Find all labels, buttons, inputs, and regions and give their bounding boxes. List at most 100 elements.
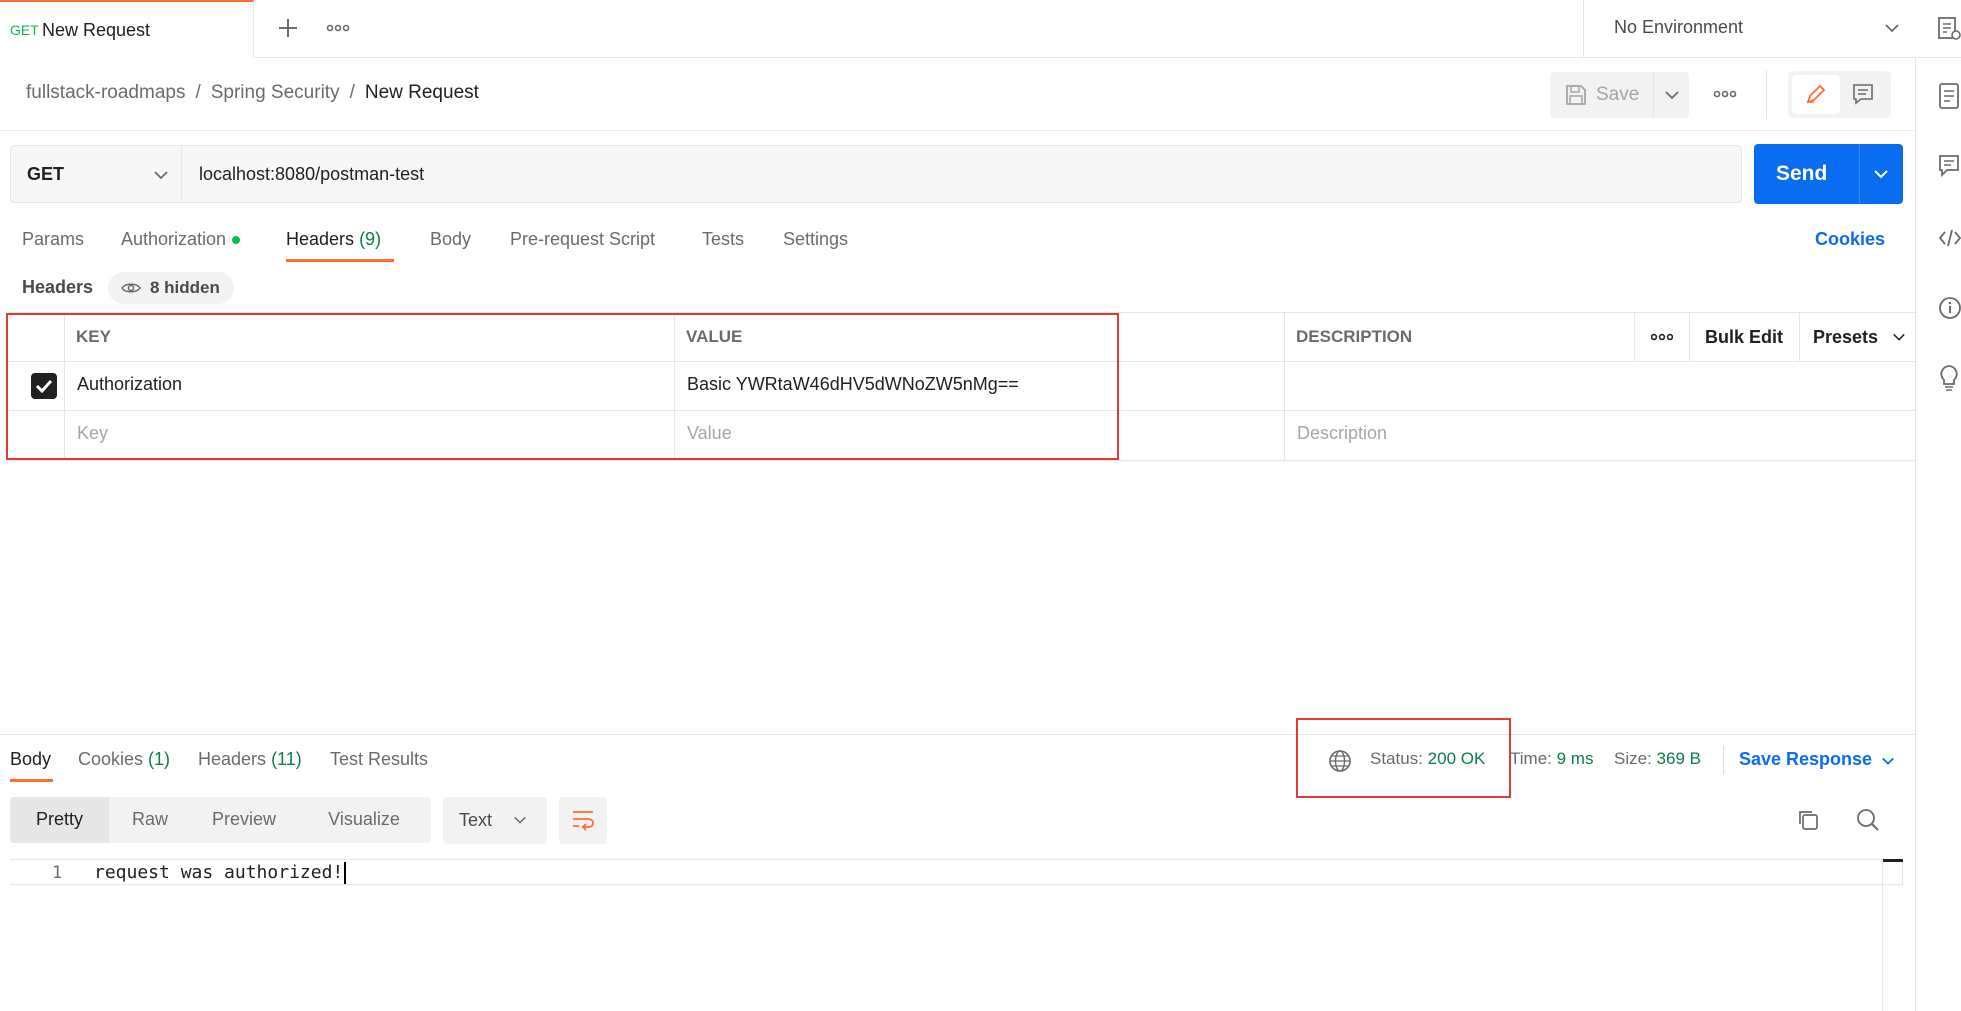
documentation-icon[interactable]: [1938, 82, 1960, 110]
code-icon[interactable]: [1938, 228, 1961, 248]
tab-method-badge: GET: [10, 22, 39, 38]
editor-scrollbar[interactable]: [1882, 860, 1904, 1011]
request-tab[interactable]: GET New Request: [0, 0, 254, 58]
more-options-icon: [1651, 331, 1673, 343]
save-icon: [1565, 84, 1587, 106]
tab-headers[interactable]: Headers (9): [286, 229, 381, 250]
comment-mode-icon[interactable]: [1852, 83, 1874, 105]
text-cursor: [344, 862, 347, 884]
size-label: Size:: [1614, 749, 1652, 768]
active-tab-indicator: [286, 259, 394, 262]
search-icon[interactable]: [1855, 807, 1881, 833]
response-tab-headers[interactable]: Headers (11): [198, 749, 302, 770]
cookies-link[interactable]: Cookies: [1815, 229, 1885, 250]
response-headers-count: (11): [271, 749, 302, 769]
status-dot: [232, 236, 241, 245]
breadcrumb-collection[interactable]: fullstack-roadmaps: [26, 82, 185, 103]
description-input[interactable]: Description: [1284, 411, 1915, 460]
highlight-box-status: [1296, 718, 1511, 798]
view-visualize-label: Visualize: [328, 809, 400, 829]
right-sidebar: [1915, 58, 1961, 1011]
toolbar-divider: [1766, 70, 1767, 118]
url-input[interactable]: localhost:8080/postman-test: [182, 145, 1742, 203]
info-icon[interactable]: [1938, 296, 1961, 320]
tab-params[interactable]: Params: [22, 229, 84, 250]
chevron-down-icon: [153, 167, 169, 183]
save-button[interactable]: Save: [1550, 72, 1652, 118]
bulk-edit-button[interactable]: Bulk Edit: [1689, 313, 1799, 361]
view-pretty-label: Pretty: [35, 809, 83, 829]
send-divider: [1859, 144, 1860, 204]
pencil-icon: [1805, 83, 1827, 105]
table-options-button[interactable]: [1634, 313, 1689, 361]
description-cell[interactable]: [1284, 362, 1915, 410]
response-tab-cookies-label: Cookies: [78, 749, 144, 769]
format-label: Text: [459, 810, 493, 830]
chevron-down-icon: [513, 813, 527, 827]
description-placeholder: Description: [1297, 423, 1388, 443]
tab-settings[interactable]: Settings: [783, 229, 848, 250]
response-time[interactable]: Time: 9 ms: [1510, 749, 1593, 769]
line-number: 1: [52, 863, 63, 883]
time-label: Time:: [1510, 749, 1552, 768]
format-select[interactable]: Text: [443, 797, 547, 844]
tab-authorization[interactable]: Authorization: [121, 229, 241, 250]
tab-authorization-label: Authorization: [121, 229, 227, 249]
save-button-group: Save: [1550, 72, 1689, 118]
active-response-tab-indicator: [10, 779, 53, 782]
chevron-down-icon[interactable]: [1873, 166, 1889, 182]
save-label: Save: [1596, 84, 1640, 105]
chevron-down-icon: [1664, 87, 1680, 103]
tab-options-icon[interactable]: [326, 20, 350, 36]
comments-icon[interactable]: [1938, 154, 1960, 178]
wrap-lines-icon: [571, 809, 595, 831]
tab-body[interactable]: Body: [430, 229, 471, 250]
presets-dropdown[interactable]: Presets: [1799, 313, 1915, 361]
breadcrumb-separator: /: [349, 82, 355, 103]
mode-toggle: [1788, 71, 1891, 118]
tab-headers-label: Headers: [286, 229, 355, 249]
response-size[interactable]: Size: 369 B: [1614, 749, 1701, 769]
response-tab-test-results[interactable]: Test Results: [330, 749, 428, 770]
view-preview-button[interactable]: Preview: [191, 797, 297, 843]
highlight-box-headers: [6, 313, 1119, 460]
time-value: 9 ms: [1556, 749, 1594, 768]
view-raw-label: Raw: [131, 809, 168, 829]
save-options-button[interactable]: [1653, 72, 1689, 118]
tab-pre-request-script[interactable]: Pre-request Script: [510, 229, 655, 250]
hidden-headers-toggle[interactable]: 8 hidden: [108, 272, 234, 304]
chevron-down-icon: [1884, 20, 1900, 36]
send-label: Send: [1776, 162, 1828, 185]
lightbulb-icon[interactable]: [1938, 364, 1960, 392]
method-select[interactable]: GET: [10, 145, 182, 203]
response-body-text[interactable]: request was authorized!: [94, 862, 347, 884]
view-raw-button[interactable]: Raw: [109, 797, 191, 843]
breadcrumb: fullstack-roadmaps / Spring Security / New R…: [26, 82, 489, 104]
chevron-down-icon[interactable]: [1881, 754, 1895, 768]
more-options-icon[interactable]: [1713, 86, 1737, 102]
send-button[interactable]: Send: [1754, 144, 1903, 204]
response-tab-cookies[interactable]: Cookies (1): [78, 749, 170, 770]
chevron-down-icon: [1892, 330, 1906, 344]
view-pretty-button[interactable]: Pretty: [10, 797, 109, 843]
response-tab-headers-label: Headers: [198, 749, 267, 769]
divider: [0, 130, 1915, 131]
tab-tests[interactable]: Tests: [702, 229, 744, 250]
edit-mode-button[interactable]: [1792, 75, 1840, 114]
environment-select[interactable]: No Environment: [1583, 0, 1916, 58]
eye-icon: [121, 280, 141, 296]
url-value: localhost:8080/postman-test: [199, 164, 425, 184]
response-tab-body[interactable]: Body: [10, 749, 51, 770]
copy-icon[interactable]: [1796, 808, 1820, 832]
save-response-button[interactable]: Save Response: [1739, 749, 1872, 770]
size-value: 369 B: [1656, 749, 1701, 768]
response-view-switch: Pretty Raw Preview Visualize: [10, 797, 431, 843]
environment-quick-look-icon[interactable]: [1937, 16, 1961, 42]
new-tab-plus-icon[interactable]: [274, 14, 302, 42]
view-visualize-button[interactable]: Visualize: [297, 797, 431, 843]
breadcrumb-separator: /: [195, 82, 201, 103]
presets-label: Presets: [1813, 327, 1879, 347]
breadcrumb-request[interactable]: New Request: [365, 82, 479, 103]
wrap-lines-button[interactable]: [559, 797, 607, 844]
breadcrumb-folder[interactable]: Spring Security: [211, 82, 340, 103]
